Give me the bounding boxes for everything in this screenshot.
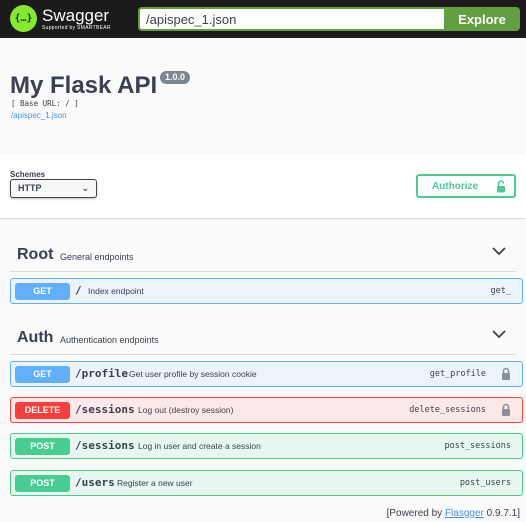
operation-id: delete_sessions	[409, 405, 486, 415]
schemes-container: Schemes HTTP ⌄ Authorize	[0, 154, 526, 218]
lock-icon[interactable]	[501, 403, 511, 417]
operation-summary: Register a new user	[117, 478, 193, 488]
operation-summary: Get user profile by session cookie	[129, 369, 257, 379]
operation-path: /sessions	[75, 403, 135, 416]
tag-name: Auth	[17, 329, 54, 346]
authorize-button[interactable]: Authorize	[416, 174, 516, 198]
method-badge: GET	[15, 283, 70, 300]
tag-description: Authentication endpoints	[60, 335, 159, 345]
logo-text: Swagger	[42, 6, 110, 25]
footer-suffix: 0.9.7.1]	[483, 508, 520, 519]
footer: [Powered by Flasgger 0.9.7.1]	[387, 508, 520, 519]
operation-post-users[interactable]: POST /users Register a new user post_use…	[10, 470, 523, 496]
spec-url-input[interactable]	[138, 7, 444, 31]
chevron-down-icon: ⌄	[81, 183, 89, 193]
swagger-logo[interactable]: {…} Swagger Supported by SMARTBEAR	[10, 5, 110, 33]
operation-id: get_	[490, 286, 511, 296]
operation-id: post_sessions	[444, 441, 511, 451]
tag-header-auth[interactable]: Auth Authentication endpoints	[10, 315, 516, 355]
explore-button[interactable]: Explore	[444, 7, 520, 31]
operation-summary: Log in user and create a session	[138, 441, 261, 451]
schemes-select[interactable]: HTTP ⌄	[10, 179, 97, 198]
tag-header-root[interactable]: Root General endpoints	[10, 232, 516, 272]
method-badge: POST	[15, 475, 70, 492]
operation-id: post_users	[459, 478, 511, 488]
spec-link[interactable]: /apispec_1.json	[11, 111, 67, 120]
authorize-label: Authorize	[432, 180, 479, 192]
tag-description: General endpoints	[60, 252, 134, 262]
operation-path: /users	[75, 476, 115, 489]
tag-name: Root	[17, 246, 54, 263]
page-title: My Flask API	[10, 72, 158, 99]
method-badge: GET	[15, 366, 70, 383]
method-badge: POST	[15, 438, 70, 455]
schemes-selected: HTTP	[18, 183, 42, 193]
flasgger-link[interactable]: Flasgger	[445, 508, 484, 519]
footer-prefix: [Powered by	[386, 508, 445, 519]
operation-path: /	[75, 284, 82, 297]
base-url: [ Base URL: / ]	[11, 99, 79, 108]
operation-path: /sessions	[75, 439, 135, 452]
lock-icon[interactable]	[501, 367, 511, 381]
top-bar: {…} Swagger Supported by SMARTBEAR Explo…	[0, 0, 526, 38]
chevron-down-icon	[492, 330, 506, 339]
operation-post-sessions[interactable]: POST /sessions Log in user and create a …	[10, 433, 523, 459]
operation-delete-sessions[interactable]: DELETE /sessions Log out (destroy sessio…	[10, 397, 523, 423]
operation-summary: Log out (destroy session)	[138, 405, 234, 415]
schemes-label: Schemes	[10, 170, 46, 179]
method-badge: DELETE	[15, 402, 70, 419]
logo-subtext: Supported by SMARTBEAR	[42, 25, 111, 31]
operation-path: /profile	[75, 367, 128, 380]
chevron-down-icon	[492, 247, 506, 256]
operation-get-root[interactable]: GET / Index endpoint get_	[10, 278, 523, 304]
operation-get-profile[interactable]: GET /profile Get user profile by session…	[10, 361, 523, 387]
unlock-icon	[497, 179, 506, 192]
api-info: My Flask API 1.0.0 [ Base URL: / ] /apis…	[0, 38, 526, 154]
operation-summary: Index endpoint	[88, 286, 144, 296]
version-badge: 1.0.0	[160, 71, 191, 84]
swagger-logo-icon: {…}	[10, 5, 37, 32]
operation-id: get_profile	[429, 369, 486, 379]
